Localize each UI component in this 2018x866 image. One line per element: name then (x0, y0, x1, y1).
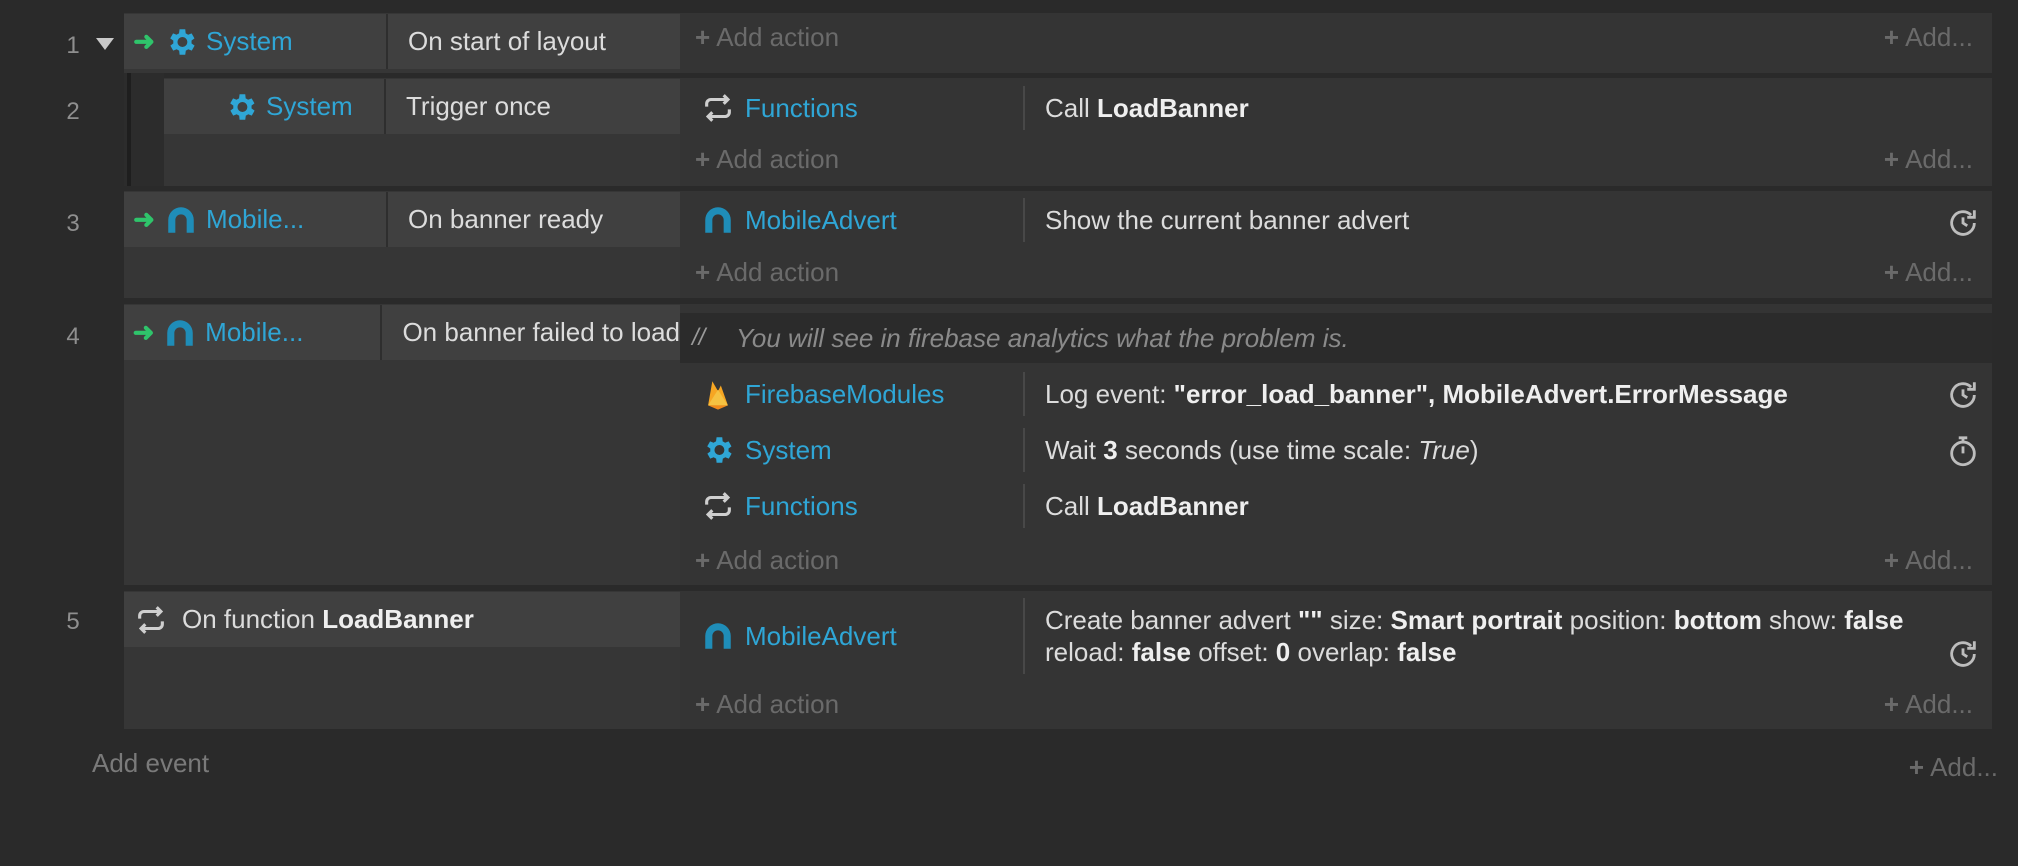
condition-object-name[interactable]: System (206, 26, 293, 57)
action-object[interactable]: FirebaseModules (683, 372, 1025, 416)
condition-row[interactable]: ➜ Mobile... On banner failed to load (124, 305, 680, 360)
plus-icon: + (1883, 257, 1900, 287)
plus-icon: + (695, 257, 711, 287)
action-object-name[interactable]: Functions (745, 491, 858, 522)
firebase-flame-icon (708, 381, 728, 410)
action-object[interactable]: Functions (683, 86, 1025, 130)
reset-icon[interactable] (1946, 378, 1980, 412)
action-object[interactable]: Functions (683, 484, 1025, 528)
event-number: 2 (66, 98, 80, 125)
condition-row[interactable]: On function LoadBanner (124, 592, 680, 647)
add-more-button[interactable]: + Add... (1884, 144, 1973, 175)
add-action-button[interactable]: + Add action (695, 22, 839, 53)
action-object-name[interactable]: FirebaseModules (745, 379, 944, 410)
functions-loop-icon (705, 94, 731, 122)
condition-text[interactable]: On banner failed to load (382, 317, 680, 348)
add-action-button[interactable]: + Add action (695, 144, 839, 175)
condition-object[interactable]: System (164, 79, 386, 134)
add-more-button[interactable]: + Add... (1884, 545, 1973, 576)
mobile-advert-icon (167, 319, 193, 346)
action-row[interactable]: Functions Call LoadBanner (683, 484, 1992, 528)
action-row[interactable]: FirebaseModules Log event: "error_load_b… (683, 372, 1992, 416)
plus-icon: + (695, 545, 711, 575)
action-row[interactable]: Functions Call LoadBanner (683, 86, 1992, 130)
plus-icon: + (695, 22, 711, 52)
event-number: 4 (66, 323, 80, 350)
reset-icon[interactable] (1946, 637, 1980, 671)
action-row[interactable]: System Wait 3 seconds (use time scale: T… (683, 428, 1992, 472)
mobile-advert-icon (705, 207, 731, 233)
plus-icon: + (1883, 22, 1900, 52)
gear-icon (170, 28, 195, 55)
add-more-button[interactable]: + Add... (1884, 689, 1973, 720)
add-event-button[interactable]: Add event (92, 748, 209, 779)
trigger-arrow-icon: ➜ (133, 204, 155, 234)
add-more-button[interactable]: + Add... (1884, 257, 1973, 288)
mobile-advert-icon (705, 623, 731, 649)
condition-object-name[interactable]: Mobile... (206, 204, 304, 235)
action-object[interactable]: MobileAdvert (683, 198, 1025, 242)
event-number: 3 (66, 210, 80, 237)
trigger-arrow-icon: ➜ (133, 26, 155, 56)
condition-object[interactable]: System (164, 14, 388, 69)
action-text[interactable]: Create banner advert "" size: Smart port… (1025, 604, 1903, 668)
action-object-name[interactable]: MobileAdvert (745, 205, 897, 236)
action-text[interactable]: Call LoadBanner (1025, 92, 1249, 124)
action-object[interactable]: MobileAdvert (683, 598, 1025, 674)
trigger-arrow-icon: ➜ (132, 317, 155, 347)
action-text[interactable]: Show the current banner advert (1025, 204, 1409, 236)
event-1-actions[interactable] (680, 13, 1992, 73)
comment-row[interactable]: // You will see in firebase analytics wh… (680, 313, 1992, 363)
add-action-button[interactable]: + Add action (695, 545, 839, 576)
condition-text[interactable]: On banner ready (388, 204, 603, 235)
plus-icon: + (695, 144, 711, 174)
timer-icon[interactable] (1946, 435, 1980, 469)
condition-text[interactable]: On function LoadBanner (182, 604, 474, 635)
action-object[interactable]: System (683, 428, 1025, 472)
add-action-button[interactable]: + Add action (695, 257, 839, 288)
comment-text[interactable]: You will see in firebase analytics what … (736, 323, 1349, 354)
mobile-advert-icon (168, 206, 194, 233)
event-number: 1 (66, 32, 80, 59)
condition-row[interactable]: System Trigger once (164, 79, 680, 134)
add-action-button[interactable]: + Add action (695, 689, 839, 720)
reset-icon[interactable] (1946, 206, 1980, 240)
functions-loop-icon (705, 492, 731, 520)
event-number: 5 (66, 608, 80, 635)
add-more-button[interactable]: + Add... (1884, 22, 1973, 53)
sub-event-guide (127, 73, 131, 186)
condition-text[interactable]: Trigger once (386, 91, 551, 122)
functions-loop-icon (138, 605, 164, 634)
plus-icon: + (1883, 144, 1900, 174)
condition-object-name[interactable]: Mobile... (205, 317, 303, 348)
condition-object[interactable]: Mobile... (164, 192, 388, 247)
action-text[interactable]: Call LoadBanner (1025, 490, 1249, 522)
condition-text[interactable]: On start of layout (388, 26, 606, 57)
action-row[interactable]: MobileAdvert Show the current banner adv… (683, 198, 1992, 242)
add-more-button[interactable]: + Add... (1909, 752, 1998, 783)
triangle-collapse-icon[interactable] (96, 38, 114, 50)
action-text[interactable]: Wait 3 seconds (use time scale: True) (1025, 434, 1479, 466)
plus-icon: + (1883, 545, 1900, 575)
comment-mark: // (692, 324, 706, 351)
condition-row[interactable]: ➜ Mobile... On banner ready (124, 192, 680, 247)
action-text[interactable]: Log event: "error_load_banner", MobileAd… (1025, 378, 1788, 410)
action-object-name[interactable]: Functions (745, 93, 858, 124)
plus-icon: + (1883, 689, 1900, 719)
action-object-name[interactable]: MobileAdvert (745, 621, 897, 652)
action-row[interactable]: MobileAdvert Create banner advert "" siz… (683, 598, 1992, 674)
gear-icon (230, 93, 255, 120)
plus-icon: + (1908, 752, 1925, 782)
gear-icon (707, 437, 732, 463)
condition-object-name[interactable]: System (266, 91, 353, 122)
condition-row[interactable]: ➜ System On start of layout (124, 14, 680, 69)
plus-icon: + (695, 689, 711, 719)
action-object-name[interactable]: System (745, 435, 832, 466)
condition-object[interactable]: Mobile... (163, 305, 383, 360)
